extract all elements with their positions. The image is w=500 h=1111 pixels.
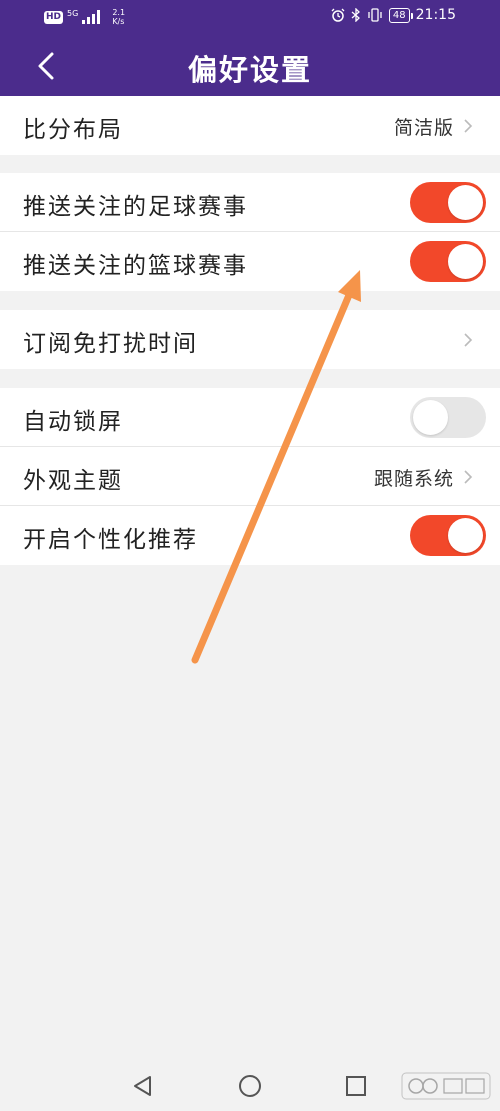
chevron-right-icon (464, 470, 473, 484)
row-label: 订阅免打扰时间 (23, 331, 198, 357)
toggle-knob (413, 400, 448, 435)
square-recent-icon (346, 1076, 366, 1096)
chevron-right-icon (464, 119, 473, 133)
row-label: 推送关注的篮球赛事 (23, 253, 248, 279)
settings-group-dnd: 订阅免打扰时间 (0, 310, 500, 369)
row-label: 外观主题 (23, 468, 123, 494)
network-speed-unit: K/s (112, 17, 125, 26)
status-left: HD 5G 2.1 K/s (44, 8, 125, 26)
circle-home-icon (239, 1075, 261, 1097)
nav-home-button[interactable] (237, 1073, 263, 1099)
toggle-knob (448, 244, 483, 279)
row-push-basketball: 推送关注的篮球赛事 (0, 232, 500, 291)
row-score-layout[interactable]: 比分布局 简洁版 (0, 96, 500, 155)
toggle-auto-lock[interactable] (410, 397, 486, 438)
triangle-back-icon (134, 1076, 151, 1096)
row-auto-lock: 自动锁屏 (0, 388, 500, 447)
toggle-personalized-recommend[interactable] (410, 515, 486, 556)
status-bar: HD 5G 2.1 K/s 48 21:15 (0, 0, 500, 34)
toggle-knob (448, 185, 483, 220)
alarm-icon (331, 8, 345, 22)
settings-group-push: 推送关注的足球赛事 推送关注的篮球赛事 (0, 173, 500, 291)
settings-group-display: 自动锁屏 外观主题 跟随系统 开启个性化推荐 (0, 388, 500, 565)
network-speed: 2.1 K/s (112, 8, 125, 26)
toggle-knob (448, 518, 483, 553)
vibrate-icon (368, 8, 382, 22)
watermark-logo (401, 1072, 491, 1100)
title-bar: 偏好设置 (0, 34, 500, 96)
row-value: 跟随系统 (373, 468, 454, 490)
row-label: 比分布局 (23, 117, 123, 143)
status-time: 21:15 (415, 7, 456, 23)
toggle-push-basketball[interactable] (410, 241, 486, 282)
row-theme[interactable]: 外观主题 跟随系统 (0, 447, 500, 506)
status-right: 48 21:15 (331, 7, 456, 23)
nav-recent-button[interactable] (343, 1073, 369, 1099)
hd-badge: HD (44, 10, 64, 24)
row-value: 简洁版 (393, 117, 454, 139)
chevron-right-icon (464, 333, 473, 347)
bluetooth-icon (351, 8, 360, 22)
network-type: 5G (67, 8, 79, 18)
toggle-push-football[interactable] (410, 182, 486, 223)
settings-group-layout: 比分布局 简洁版 (0, 96, 500, 155)
page-title: 偏好设置 (187, 53, 312, 87)
nav-back-button[interactable] (130, 1073, 156, 1099)
row-push-football: 推送关注的足球赛事 (0, 173, 500, 232)
row-dnd-time[interactable]: 订阅免打扰时间 (0, 310, 500, 369)
row-label: 自动锁屏 (23, 409, 123, 435)
row-label: 推送关注的足球赛事 (23, 194, 248, 220)
system-nav-bar (0, 1059, 500, 1111)
battery-indicator: 48 (388, 7, 413, 23)
network-speed-value: 2.1 (112, 8, 126, 17)
row-label: 开启个性化推荐 (23, 527, 198, 553)
row-personalized-recommend: 开启个性化推荐 (0, 506, 500, 565)
signal-icon (82, 10, 101, 24)
